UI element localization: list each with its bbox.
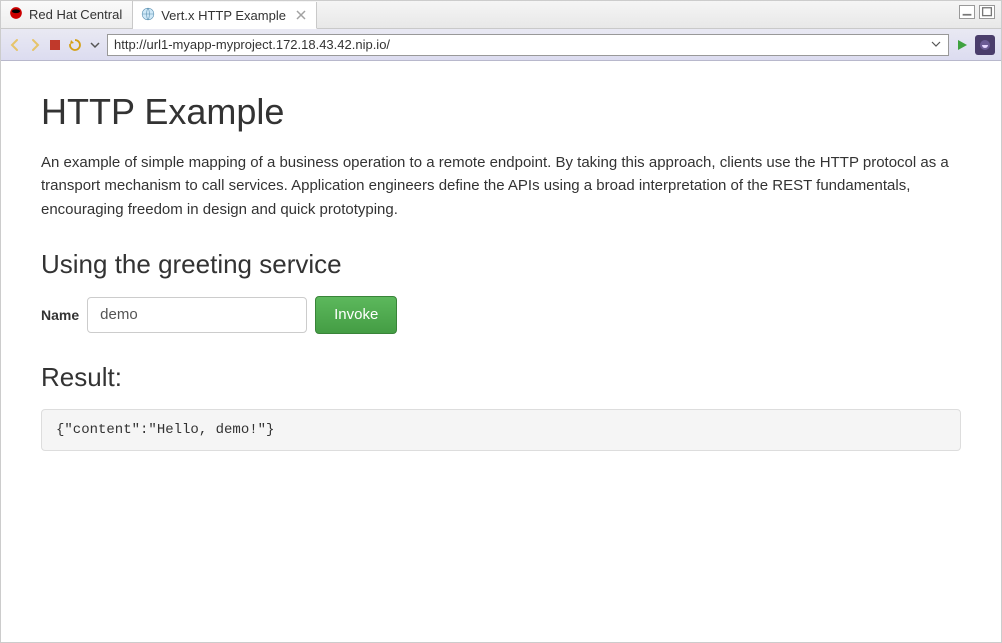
result-heading: Result: bbox=[41, 362, 961, 393]
close-icon[interactable] bbox=[292, 8, 306, 23]
page-title: HTTP Example bbox=[41, 91, 961, 133]
ide-window: Red Hat Central Vert.x HTTP Example bbox=[0, 0, 1002, 643]
url-bar[interactable] bbox=[107, 34, 949, 56]
window-controls bbox=[959, 5, 995, 19]
section-heading: Using the greeting service bbox=[41, 249, 961, 280]
tab-redhat-central[interactable]: Red Hat Central bbox=[1, 1, 133, 28]
url-input[interactable] bbox=[114, 37, 930, 52]
dropdown-button[interactable] bbox=[87, 37, 103, 53]
tab-bar: Red Hat Central Vert.x HTTP Example bbox=[1, 1, 1001, 29]
invoke-button[interactable]: Invoke bbox=[315, 296, 397, 334]
name-input[interactable] bbox=[87, 297, 307, 333]
back-button[interactable] bbox=[7, 37, 23, 53]
stop-button[interactable] bbox=[47, 37, 63, 53]
redhat-icon bbox=[9, 6, 23, 23]
globe-icon bbox=[141, 7, 155, 24]
browser-toolbar bbox=[1, 29, 1001, 61]
result-output: {"content":"Hello, demo!"} bbox=[41, 409, 961, 451]
url-history-dropdown[interactable] bbox=[930, 37, 942, 52]
maximize-button[interactable] bbox=[979, 5, 995, 19]
refresh-button[interactable] bbox=[67, 37, 83, 53]
tab-label: Vert.x HTTP Example bbox=[161, 8, 286, 23]
forward-button[interactable] bbox=[27, 37, 43, 53]
eclipse-icon[interactable] bbox=[975, 35, 995, 55]
minimize-button[interactable] bbox=[959, 5, 975, 19]
name-label: Name bbox=[41, 307, 79, 323]
tab-label: Red Hat Central bbox=[29, 7, 122, 22]
page-content: HTTP Example An example of simple mappin… bbox=[1, 61, 1001, 642]
tab-vertx-example[interactable]: Vert.x HTTP Example bbox=[133, 2, 317, 29]
greeting-form: Name Invoke bbox=[41, 296, 961, 334]
page-description: An example of simple mapping of a busine… bbox=[41, 151, 961, 221]
go-button[interactable] bbox=[953, 36, 971, 54]
